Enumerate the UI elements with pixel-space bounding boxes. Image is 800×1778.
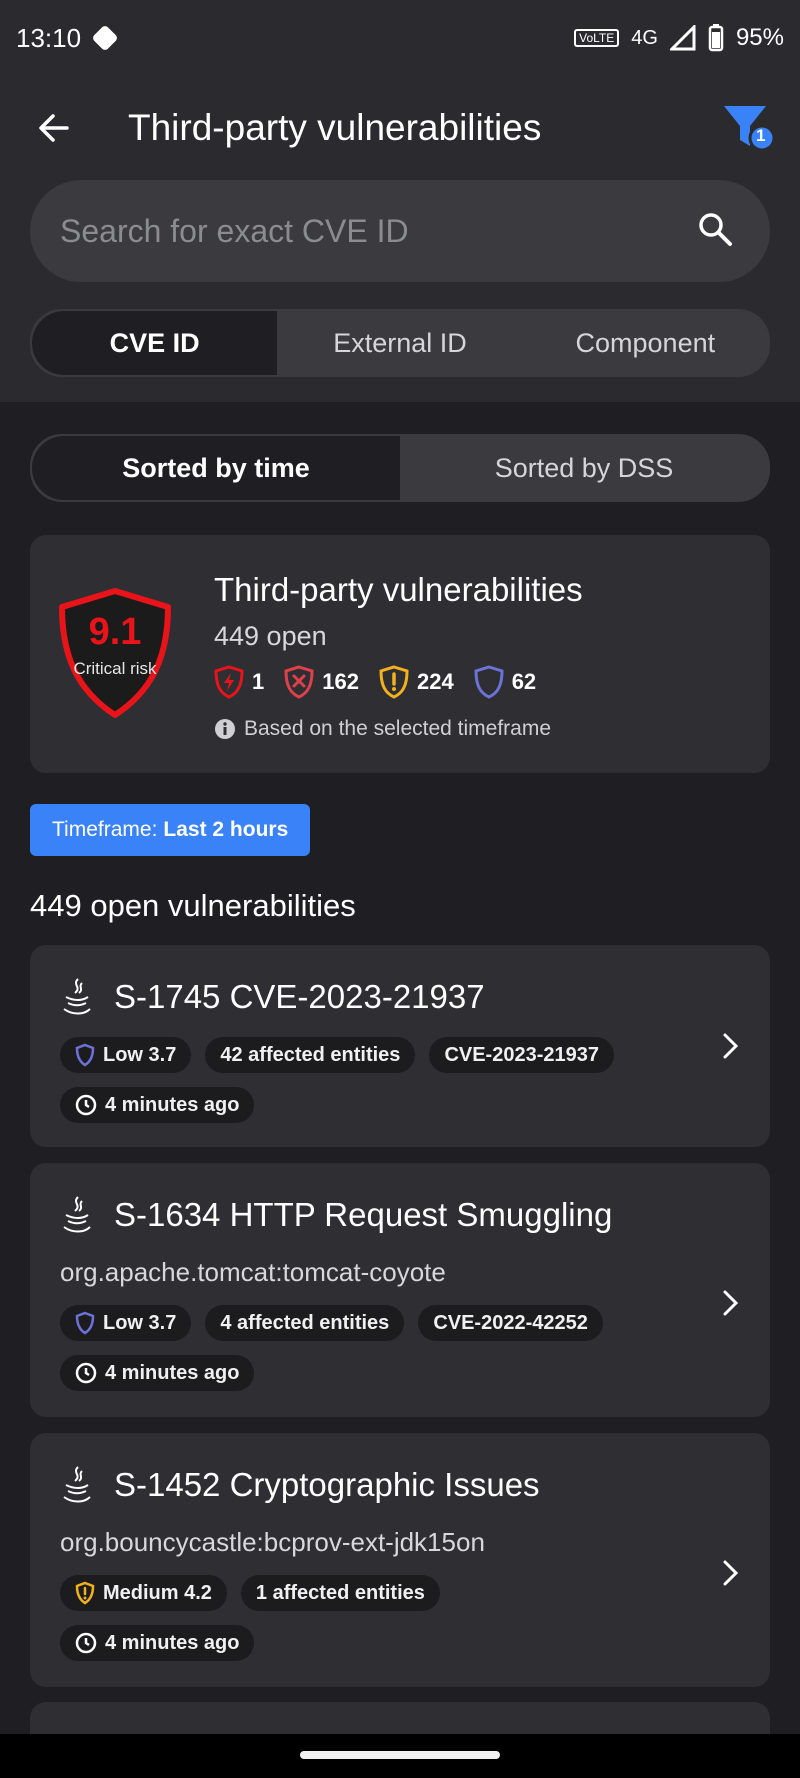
timeframe-note: Based on the selected timeframe xyxy=(214,717,551,741)
vulnerability-title: S-1745 CVE-2023-21937 xyxy=(114,978,485,1015)
navigation-bar xyxy=(0,1734,800,1778)
count-low: 62 xyxy=(474,665,536,699)
high-shield-icon xyxy=(284,665,314,699)
vulnerability-header: S-1745 CVE-2023-21937 xyxy=(60,977,485,1017)
severity-label: Low 3.7 xyxy=(103,1043,177,1066)
timeframe-label: Timeframe: xyxy=(52,818,158,841)
timeframe-note-text: Based on the selected timeframe xyxy=(244,717,552,740)
time-chip: 4 minutes ago xyxy=(60,1625,255,1661)
count-medium: 224 xyxy=(379,665,454,699)
java-icon xyxy=(63,1196,91,1233)
summary-title: Third-party vulnerabilities xyxy=(214,571,583,608)
clock-icon xyxy=(75,1094,97,1116)
time-chip: 4 minutes ago xyxy=(60,1087,255,1123)
vulnerability-chips: Medium 4.2 1 affected entities 4 minutes… xyxy=(60,1575,700,1661)
app-bar: Third-party vulnerabilities 1 xyxy=(0,88,800,168)
vulnerability-chips: Low 3.7 42 affected entities CVE-2023-21… xyxy=(60,1037,700,1123)
search-icon[interactable] xyxy=(696,210,736,250)
risk-score: 9.1 xyxy=(88,611,142,653)
home-gesture-handle[interactable] xyxy=(300,1751,500,1759)
severity-counts: 1 162 224 62 xyxy=(214,665,536,699)
arrow-back-icon xyxy=(39,114,69,142)
clock-icon xyxy=(75,1632,97,1654)
timeframe-value: Last 2 hours xyxy=(163,818,289,841)
severity-label: Low 3.7 xyxy=(103,1311,177,1334)
clock-icon xyxy=(75,1362,97,1384)
status-time: 13:10 xyxy=(16,22,82,53)
low-count: 62 xyxy=(511,669,537,694)
cve-chip: CVE-2023-21937 xyxy=(429,1037,614,1073)
severity-label: Medium 4.2 xyxy=(103,1581,212,1604)
tab-component[interactable]: Component xyxy=(523,311,768,375)
status-bar: 13:10 VoLTE 4G 95% xyxy=(0,0,800,76)
critical-count: 1 xyxy=(252,669,265,694)
java-icon xyxy=(63,1466,91,1503)
list-heading: 449 open vulnerabilities xyxy=(30,888,356,923)
chevron-right-icon xyxy=(723,1290,739,1316)
page-title: Third-party vulnerabilities xyxy=(128,107,542,148)
battery-icon xyxy=(708,24,724,52)
battery-percent: 95% xyxy=(735,24,784,51)
high-count: 162 xyxy=(322,669,359,694)
critical-shield-icon xyxy=(214,665,244,699)
java-icon xyxy=(63,978,91,1015)
component-name: org.apache.tomcat:tomcat-coyote xyxy=(60,1257,446,1287)
info-icon xyxy=(215,719,235,739)
chevron-right-icon xyxy=(723,1560,739,1586)
low-shield-icon xyxy=(75,1311,95,1335)
affected-entities-chip: 4 affected entities xyxy=(205,1305,405,1341)
medium-shield-icon xyxy=(75,1581,95,1605)
vulnerability-card[interactable]: S-1452 Cryptographic Issues org.bouncyca… xyxy=(30,1433,770,1687)
vulnerability-card[interactable]: S-1745 CVE-2023-21937 Low 3.7 42 affecte… xyxy=(30,945,770,1147)
time-label: 4 minutes ago xyxy=(105,1361,240,1384)
tab-external-id[interactable]: External ID xyxy=(277,311,522,375)
low-shield-icon xyxy=(75,1043,95,1067)
low-shield-icon xyxy=(474,665,504,699)
vulnerability-header: S-1452 Cryptographic Issues xyxy=(60,1465,540,1505)
component-name: org.bouncycastle:bcprov-ext-jdk15on xyxy=(60,1527,485,1557)
filter-button[interactable]: 1 xyxy=(722,102,776,154)
cve-chip: CVE-2022-42252 xyxy=(418,1305,603,1341)
tab-cve-id[interactable]: CVE ID xyxy=(32,311,278,375)
affected-entities-chip: 1 affected entities xyxy=(240,1575,440,1611)
vulnerability-card[interactable]: S-1634 HTTP Request Smuggling org.apache… xyxy=(30,1163,770,1417)
back-button[interactable] xyxy=(30,104,78,152)
summary-open-count: 449 open xyxy=(214,621,327,651)
severity-chip: Medium 4.2 xyxy=(60,1575,227,1611)
count-critical: 1 xyxy=(214,665,264,699)
vulnerability-chips: Low 3.7 4 affected entities CVE-2022-422… xyxy=(60,1305,700,1391)
timeframe-button[interactable]: Timeframe: Last 2 hours xyxy=(30,804,311,856)
vulnerability-title: S-1634 HTTP Request Smuggling xyxy=(114,1196,613,1233)
vulnerability-title: S-1452 Cryptographic Issues xyxy=(114,1466,540,1503)
tab-sorted-by-dss[interactable]: Sorted by DSS xyxy=(400,436,768,500)
sort-tabs: Sorted by time Sorted by DSS xyxy=(30,434,770,502)
search-type-tabs: CVE ID External ID Component xyxy=(30,309,770,377)
severity-chip: Low 3.7 xyxy=(60,1305,192,1341)
summary-card: 9.1 Critical risk Third-party vulnerabil… xyxy=(30,535,770,773)
medium-count: 224 xyxy=(416,669,454,694)
time-label: 4 minutes ago xyxy=(105,1631,240,1654)
severity-chip: Low 3.7 xyxy=(60,1037,192,1073)
network-type: 4G xyxy=(631,26,658,49)
tab-sorted-by-time[interactable]: Sorted by time xyxy=(32,436,400,500)
risk-label: Critical risk xyxy=(73,659,157,678)
affected-entities-chip: 42 affected entities xyxy=(205,1037,416,1073)
count-high: 162 xyxy=(284,665,359,699)
filter-icon xyxy=(724,106,776,152)
time-chip: 4 minutes ago xyxy=(60,1355,255,1391)
vulnerability-header: S-1634 HTTP Request Smuggling xyxy=(60,1195,612,1235)
volte-icon: VoLTE xyxy=(574,29,620,47)
search-input[interactable]: Search for exact CVE ID xyxy=(60,213,409,250)
app-notification-icon xyxy=(91,24,119,52)
risk-shield: 9.1 Critical risk xyxy=(56,587,174,719)
signal-icon xyxy=(669,25,696,51)
chevron-right-icon xyxy=(723,1033,739,1059)
filter-badge: 1 xyxy=(756,126,766,145)
medium-shield-icon xyxy=(379,665,409,699)
search-field[interactable]: Search for exact CVE ID xyxy=(30,180,770,282)
time-label: 4 minutes ago xyxy=(105,1093,240,1116)
